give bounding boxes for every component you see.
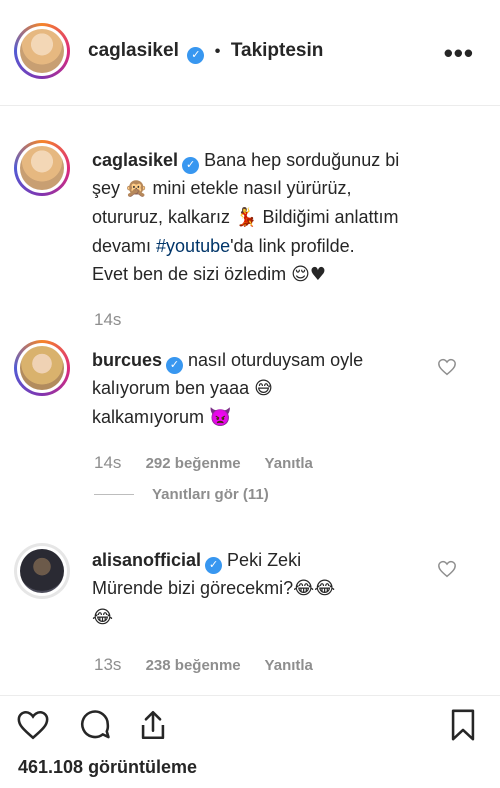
verified-badge-icon: ✓ <box>205 557 223 574</box>
caption-time[interactable]: 14s <box>94 310 121 329</box>
post-header: caglasikel ✓ • Takiptesin ••• <box>0 0 500 106</box>
separator-dot: • <box>214 43 221 60</box>
comment-text-2: alisanofficial ✓ Peki Zeki Mürende bizi g… <box>92 546 335 632</box>
comment-1-line-2: kalıyorum ben yaaa <box>92 378 255 398</box>
action-bar <box>0 695 500 746</box>
dancer-emoji: 💃 <box>235 207 258 228</box>
header-username[interactable]: caglasikel <box>88 40 179 61</box>
verified-badge-icon: ✓ <box>166 357 184 374</box>
caption-line-3: otururuz, kalkarız <box>92 207 236 227</box>
caption-avatar[interactable] <box>14 140 70 196</box>
more-options-icon[interactable]: ••• <box>444 38 474 69</box>
caption-line-1: Bana hep sorduğunuz bi <box>199 150 400 170</box>
devil-emoji: 👿 <box>209 407 232 428</box>
monkey-emoji: 🙊 <box>125 178 148 199</box>
caption-line-4b: 'da link profilde. <box>230 236 355 256</box>
comment-2-line-2: Mürende bizi görecekmi? <box>92 578 294 598</box>
comment-username-1[interactable]: burcues <box>92 350 162 370</box>
verified-badge-icon: ✓ <box>187 47 205 64</box>
view-replies-label: Yanıtları gör (11) <box>152 486 269 503</box>
comment-1-likes[interactable]: 292 beğenme <box>146 455 241 472</box>
comment-bubble-icon[interactable] <box>78 708 112 742</box>
grin-sweat-emoji: 😅 <box>254 378 273 399</box>
comment-1-line-3: kalkamıyorum <box>92 407 210 427</box>
comment-like-heart-icon[interactable] <box>437 560 457 578</box>
comment-1-reply-button[interactable]: Yanıtla <box>265 455 313 472</box>
comment-avatar-burcues[interactable] <box>14 340 70 396</box>
comment-1-meta: 14s 292 beğenme Yanıtla <box>94 453 333 473</box>
caption-text: caglasikel ✓ Bana hep sorduğunuz bi şey 🙊… <box>92 146 399 289</box>
view-replies-button[interactable]: Yanıtları gör (11) <box>94 486 269 503</box>
comment-username-2[interactable]: alisanofficial <box>92 550 201 570</box>
caption-meta: 14s <box>94 310 141 330</box>
hashtag-link[interactable]: #youtube <box>156 236 230 256</box>
following-button[interactable]: Takiptesin <box>231 40 324 61</box>
comment-2-time[interactable]: 13s <box>94 655 121 674</box>
tears-of-joy-emoji-2: 😂 <box>92 607 114 628</box>
comment-avatar-alisanofficial[interactable] <box>14 543 70 599</box>
share-icon[interactable] <box>136 708 170 742</box>
relieved-heart-emoji: 😌♥ <box>291 264 327 285</box>
header-user-row: caglasikel ✓ • Takiptesin <box>88 40 323 64</box>
tears-of-joy-emoji: 😂😂 <box>293 578 336 599</box>
caption-line-5: Evet ben de sizi özledim <box>92 264 292 284</box>
comment-text-1: burcues ✓ nasıl oturduysam oyle kalıyorum… <box>92 346 363 432</box>
caption-line-4: devamı <box>92 236 157 256</box>
comment-2-meta: 13s 238 beğenme Yanıtla <box>94 655 333 675</box>
replies-divider <box>94 494 134 495</box>
comment-1-line-1: nasıl oturduysam oyle <box>183 350 364 370</box>
heart-icon[interactable] <box>16 708 50 742</box>
comment-2-likes[interactable]: 238 beğenme <box>146 657 241 674</box>
verified-badge-icon: ✓ <box>182 157 200 174</box>
view-count[interactable]: 461.108 görüntüleme <box>18 757 197 778</box>
caption-username[interactable]: caglasikel <box>92 150 178 170</box>
comment-2-reply-button[interactable]: Yanıtla <box>265 657 313 674</box>
bookmark-icon[interactable] <box>446 708 480 742</box>
comment-1-time[interactable]: 14s <box>94 453 121 472</box>
comment-2-line-1: Peki Zeki <box>222 550 302 570</box>
caption-line-2: şey <box>92 178 126 198</box>
caption-line-3b: Bildiğimi anlattım <box>257 207 399 227</box>
header-avatar[interactable] <box>14 23 70 79</box>
comment-like-heart-icon[interactable] <box>437 358 457 376</box>
caption-line-2b: mini etekle nasıl yürürüz, <box>147 178 352 198</box>
